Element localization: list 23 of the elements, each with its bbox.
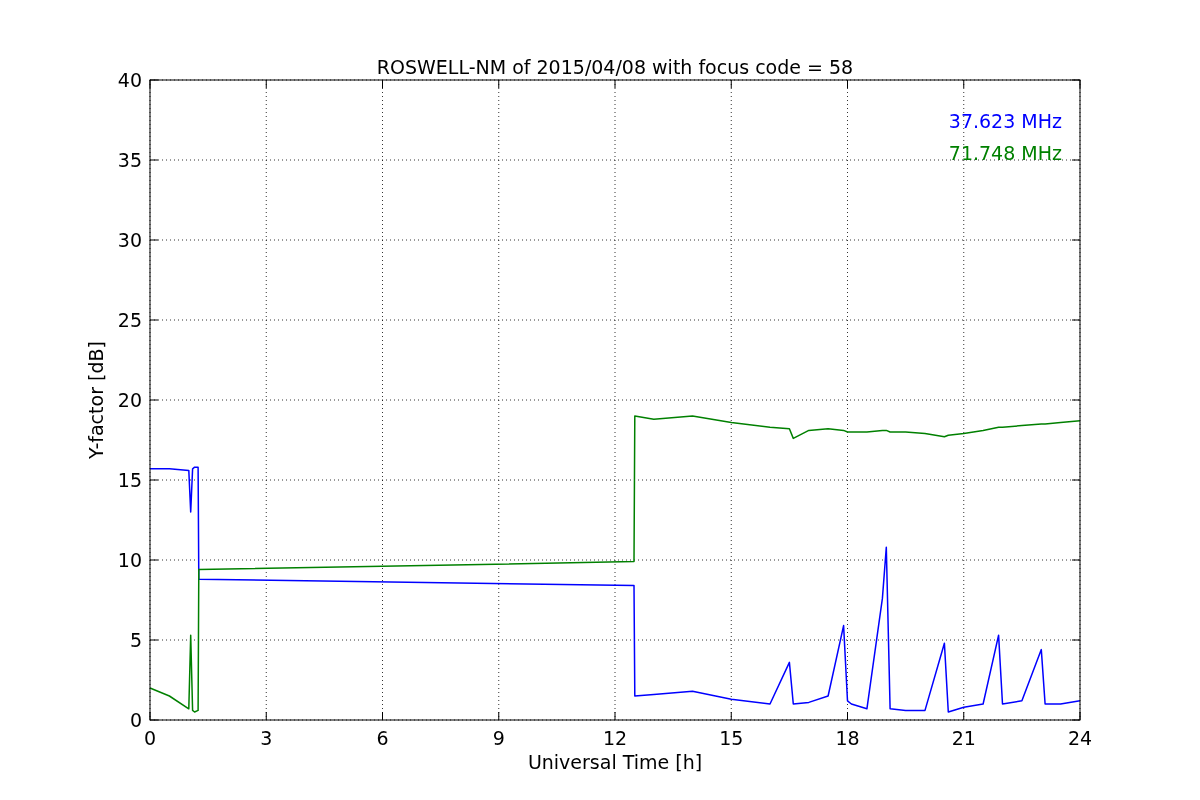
- tick-label: 10: [117, 549, 142, 571]
- tick-label: 6: [376, 727, 389, 749]
- tick-label: 25: [117, 309, 142, 331]
- tick-label: 0: [129, 709, 142, 731]
- tick-label: 24: [1067, 727, 1093, 749]
- tick-label: 30: [117, 229, 142, 251]
- tick-label: 9: [492, 727, 505, 749]
- axis-label: Y-factor [dB]: [85, 341, 107, 459]
- tick-label: 12: [602, 727, 628, 749]
- tick-label: 15: [117, 469, 142, 491]
- axis-label: Universal Time [h]: [527, 751, 703, 773]
- tick-label: 20: [117, 389, 142, 411]
- legend-label: 71.748 MHz: [948, 142, 1062, 164]
- chart-title: ROSWELL-NM of 2015/04/08 with focus code = 58: [376, 56, 854, 78]
- legend-label: 37.623 MHz: [948, 110, 1062, 132]
- tick-label: 5: [129, 629, 142, 651]
- tick-label: 35: [117, 149, 142, 171]
- tick-label: 21: [951, 727, 976, 749]
- tick-label: 18: [835, 727, 860, 749]
- tick-label: 0: [143, 727, 157, 749]
- tick-label: 15: [719, 727, 744, 749]
- tick-label: 40: [117, 69, 142, 91]
- tick-label: 3: [260, 727, 273, 749]
